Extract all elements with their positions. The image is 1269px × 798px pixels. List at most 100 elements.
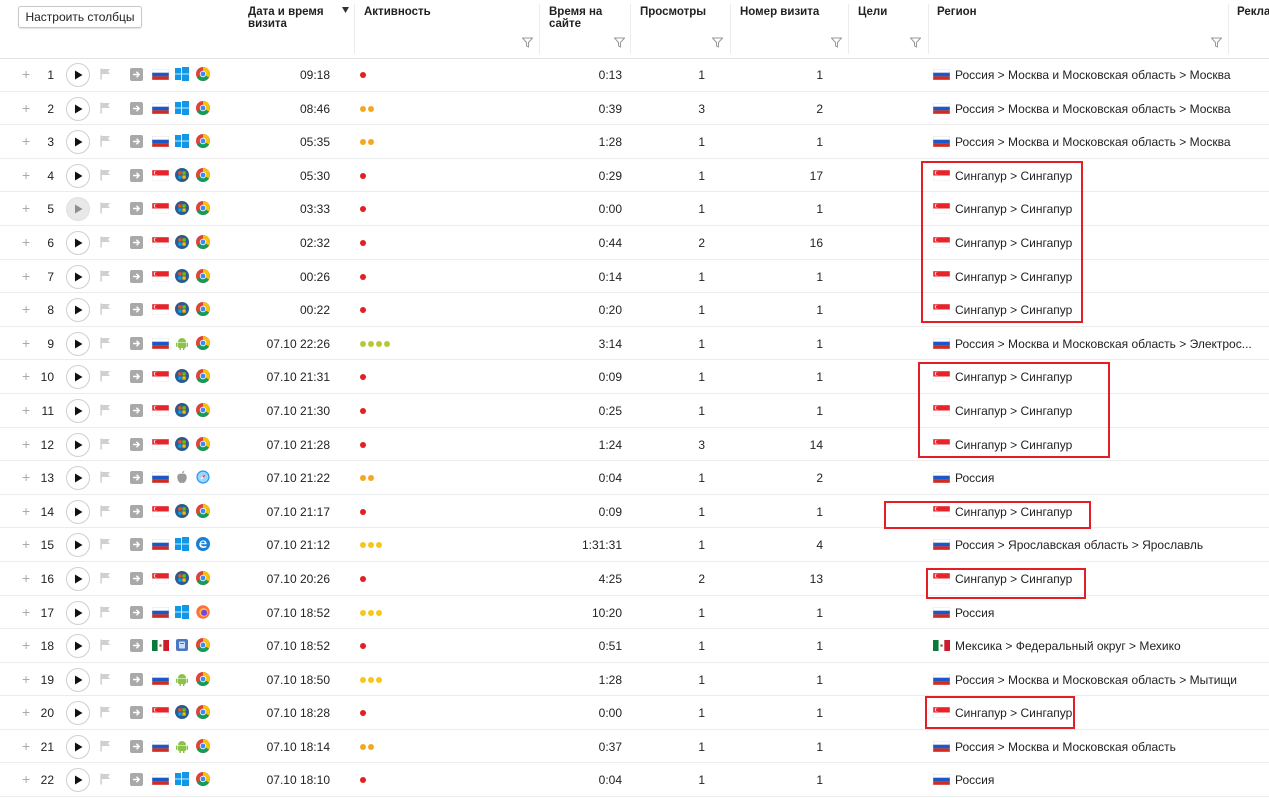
play-session-button[interactable] [66,432,90,457]
expand-row-icon[interactable]: + [22,201,30,215]
filter-icon[interactable] [712,37,723,48]
expand-row-icon[interactable]: + [22,67,30,81]
expand-row-icon[interactable]: + [22,168,30,182]
bookmark-flag-icon[interactable] [100,471,111,483]
expand-row-icon[interactable]: + [22,504,30,518]
expand-row-icon[interactable]: + [22,269,30,283]
country-flag-icon [151,135,170,148]
expand-row-icon[interactable]: + [22,336,30,350]
bookmark-flag-icon[interactable] [100,538,111,550]
play-session-button[interactable] [66,163,90,188]
bookmark-flag-icon[interactable] [100,740,111,752]
sort-desc-icon[interactable] [342,7,349,13]
bookmark-flag-icon[interactable] [100,505,111,517]
bookmark-flag-icon[interactable] [100,102,111,114]
expand-row-icon[interactable]: + [22,134,30,148]
play-session-button[interactable] [66,96,90,121]
table-row[interactable]: +22 07.10 18:10 0:04 1 1 Россия [0,763,1269,798]
table-row[interactable]: +13 07.10 21:22 0:04 1 2 Россия [0,461,1269,495]
bookmark-flag-icon[interactable] [100,202,111,214]
play-session-button[interactable] [66,130,90,155]
play-session-button[interactable] [66,331,90,356]
play-session-button[interactable] [66,734,90,759]
bookmark-flag-icon[interactable] [100,572,111,584]
play-session-button[interactable] [66,365,90,390]
bookmark-flag-icon[interactable] [100,673,111,685]
play-icon [75,708,83,718]
column-header-time-on-site[interactable]: Время на сайте [549,6,619,30]
filter-icon[interactable] [1211,37,1222,48]
play-session-button[interactable] [66,197,90,222]
visit-datetime: 07.10 22:26 [266,336,330,351]
expand-row-icon[interactable]: + [22,571,30,585]
bookmark-flag-icon[interactable] [100,706,111,718]
expand-row-icon[interactable]: + [22,537,30,551]
activity-dot [360,239,366,246]
play-session-button[interactable] [66,466,90,491]
play-session-button[interactable] [66,230,90,255]
column-header-goals[interactable]: Цели [858,6,887,18]
expand-row-icon[interactable]: + [22,369,30,383]
play-session-button[interactable] [66,600,90,625]
bookmark-flag-icon[interactable] [100,135,111,147]
table-row[interactable]: +9 07.10 22:26 3:14 1 1 Россия > Москва и Мос… [0,327,1269,361]
bookmark-flag-icon[interactable] [100,236,111,248]
play-session-button[interactable] [66,768,90,793]
play-session-button[interactable] [66,499,90,524]
expand-row-icon[interactable]: + [22,101,30,115]
table-row[interactable]: +20 07.10 18:28 0:00 1 1 Сингапур > Сингапур [0,696,1269,730]
expand-row-icon[interactable]: + [22,739,30,753]
bookmark-flag-icon[interactable] [100,438,111,450]
visit-number: 1 [816,605,823,620]
play-session-button[interactable] [66,566,90,591]
bookmark-flag-icon[interactable] [100,169,111,181]
table-row[interactable]: +3 05:35 1:28 1 1 Россия > Москва и Московска… [0,125,1269,159]
bookmark-flag-icon[interactable] [100,606,111,618]
play-session-button[interactable] [66,634,90,659]
expand-row-icon[interactable]: + [22,470,30,484]
expand-row-icon[interactable]: + [22,672,30,686]
expand-row-icon[interactable]: + [22,605,30,619]
filter-icon[interactable] [910,37,921,48]
bookmark-flag-icon[interactable] [100,337,111,349]
table-row[interactable]: +1 09:18 0:13 1 1 Россия > Москва и Московска… [0,58,1269,92]
expand-row-icon[interactable]: + [22,235,30,249]
expand-row-icon[interactable]: + [22,403,30,417]
column-header-visit-number[interactable]: Номер визита [740,6,819,18]
column-header-region[interactable]: Регион [937,6,977,18]
play-session-button[interactable] [66,701,90,726]
visit-number: 14 [809,437,823,452]
expand-row-icon[interactable]: + [22,705,30,719]
expand-row-icon[interactable]: + [22,638,30,652]
bookmark-flag-icon[interactable] [100,68,111,80]
play-session-button[interactable] [66,264,90,289]
filter-icon[interactable] [831,37,842,48]
column-header-ads[interactable]: Рекла [1237,6,1269,18]
table-row[interactable]: +18 07.10 18:52 0:51 1 1 Мексика > Федеральны… [0,629,1269,663]
filter-icon[interactable] [522,37,533,48]
bookmark-flag-icon[interactable] [100,303,111,315]
expand-row-icon[interactable]: + [22,437,30,451]
expand-row-icon[interactable]: + [22,302,30,316]
play-session-button[interactable] [66,398,90,423]
column-header-activity[interactable]: Активность [364,6,431,18]
row-number: 2 [47,101,54,116]
bookmark-flag-icon[interactable] [100,773,111,785]
bookmark-flag-icon[interactable] [100,270,111,282]
table-row[interactable]: +15 07.10 21:12 1:31:31 1 4 Россия > Ярославс… [0,528,1269,562]
column-header-views[interactable]: Просмотры [640,6,706,18]
table-row[interactable]: +21 07.10 18:14 0:37 1 1 Россия > Москва и Мо… [0,730,1269,764]
table-row[interactable]: +2 08:46 0:39 3 2 Россия > Москва и Московска… [0,92,1269,126]
bookmark-flag-icon[interactable] [100,404,111,416]
bookmark-flag-icon[interactable] [100,370,111,382]
table-row[interactable]: +17 07.10 18:52 10:20 1 1 Россия [0,596,1269,630]
play-session-button[interactable] [66,667,90,692]
filter-icon[interactable] [614,37,625,48]
play-session-button[interactable] [66,533,90,558]
play-session-button[interactable] [66,63,90,87]
table-row[interactable]: +19 07.10 18:50 1:28 1 1 Россия > Москва и Мо… [0,663,1269,697]
bookmark-flag-icon[interactable] [100,639,111,651]
column-header-datetime[interactable]: Дата и время визита [248,6,338,30]
expand-row-icon[interactable]: + [22,772,30,786]
play-session-button[interactable] [66,298,90,323]
